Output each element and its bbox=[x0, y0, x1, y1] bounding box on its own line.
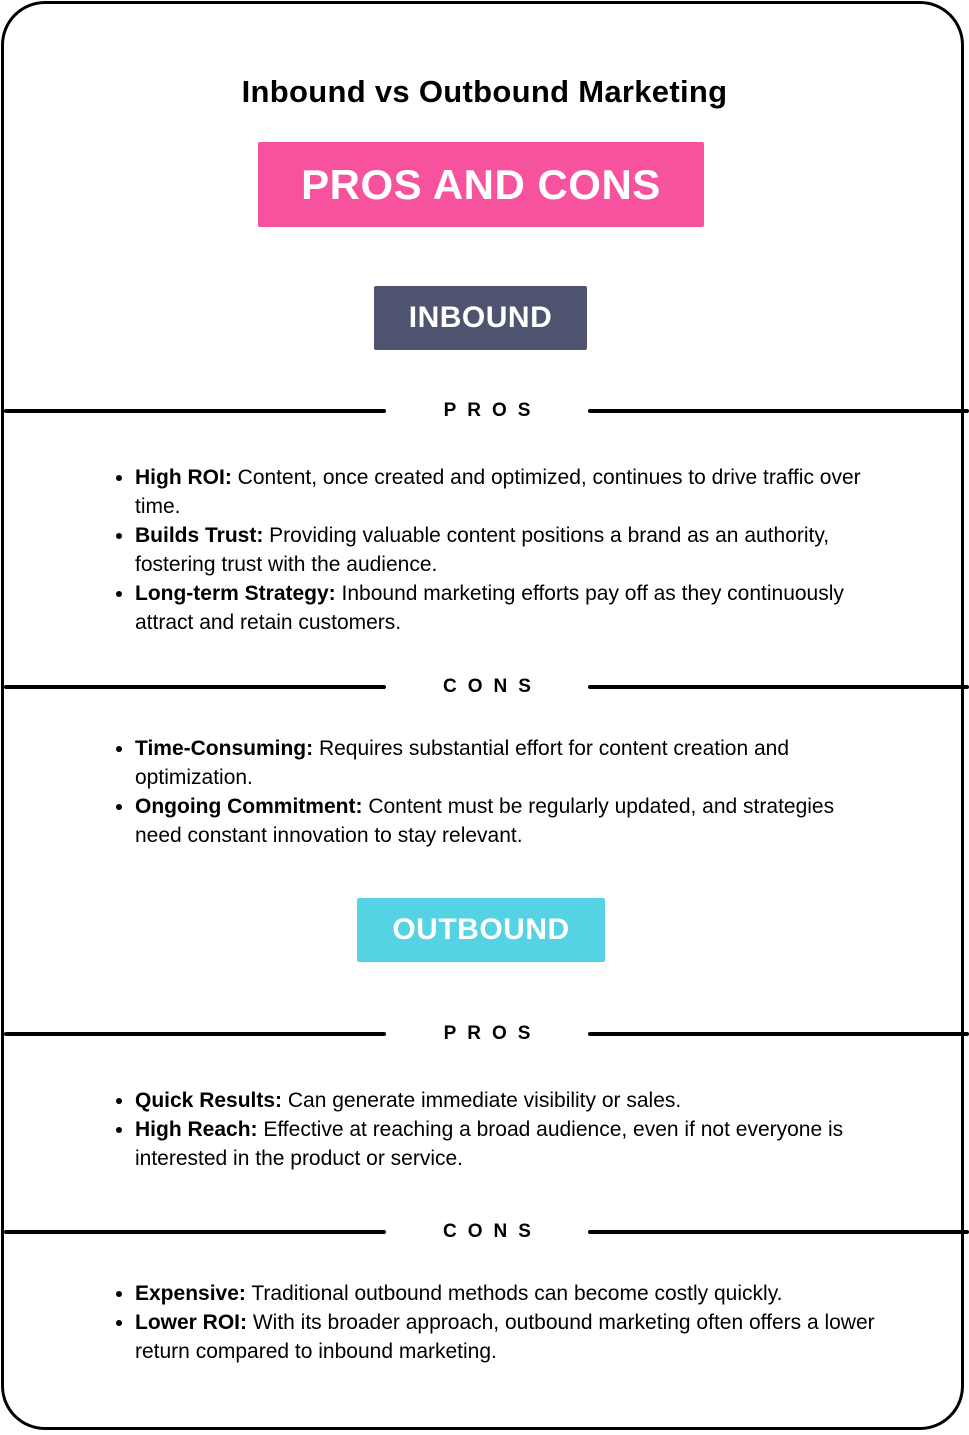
item-term: Time-Consuming: bbox=[135, 737, 314, 760]
outbound-pros-list: Quick Results: Can generate immediate vi… bbox=[110, 1086, 875, 1173]
item-term: High Reach: bbox=[135, 1118, 258, 1141]
divider-line bbox=[588, 685, 969, 689]
divider-line bbox=[588, 1230, 969, 1234]
item-text: Can generate immediate visibility or sal… bbox=[282, 1089, 682, 1112]
list-item: Lower ROI: With its broader approach, ou… bbox=[135, 1308, 875, 1366]
section-label: CONS bbox=[443, 1221, 542, 1242]
list-item: Expensive: Traditional outbound methods … bbox=[135, 1279, 875, 1308]
divider-line bbox=[4, 1230, 386, 1234]
item-text: Traditional outbound methods can become … bbox=[245, 1282, 783, 1305]
inbound-cons-list: Time-Consuming: Requires substantial eff… bbox=[110, 734, 875, 850]
divider-line bbox=[588, 409, 969, 413]
item-term: Ongoing Commitment: bbox=[135, 795, 363, 818]
divider-line bbox=[4, 1032, 386, 1036]
item-term: Expensive: bbox=[135, 1282, 246, 1305]
outbound-pros-divider: PROS bbox=[0, 1022, 969, 1046]
list-item: High Reach: Effective at reaching a broa… bbox=[135, 1115, 875, 1173]
inbound-tag: INBOUND bbox=[374, 286, 587, 350]
list-item: Quick Results: Can generate immediate vi… bbox=[135, 1086, 875, 1115]
outbound-cons-list: Expensive: Traditional outbound methods … bbox=[110, 1279, 875, 1366]
section-label: PROS bbox=[443, 400, 542, 421]
list-item: Builds Trust: Providing valuable content… bbox=[135, 521, 875, 579]
page-title: Inbound vs Outbound Marketing bbox=[241, 74, 728, 109]
list-item: High ROI: Content, once created and opti… bbox=[135, 463, 875, 521]
item-term: Quick Results: bbox=[135, 1089, 283, 1112]
item-term: Builds Trust: bbox=[135, 524, 264, 547]
section-label: CONS bbox=[443, 676, 542, 697]
list-item: Long-term Strategy: Inbound marketing ef… bbox=[135, 579, 875, 637]
item-term: High ROI: bbox=[135, 466, 232, 489]
item-term: Long-term Strategy: bbox=[135, 582, 336, 605]
item-term: Lower ROI: bbox=[135, 1311, 248, 1334]
divider-line bbox=[4, 409, 386, 413]
inbound-pros-divider: PROS bbox=[0, 399, 969, 423]
divider-line bbox=[588, 1032, 969, 1036]
list-item: Ongoing Commitment: Content must be regu… bbox=[135, 792, 875, 850]
list-item: Time-Consuming: Requires substantial eff… bbox=[135, 734, 875, 792]
divider-line bbox=[4, 685, 386, 689]
item-text: Content, once created and optimized, con… bbox=[135, 466, 861, 518]
section-label: PROS bbox=[443, 1023, 542, 1044]
pros-and-cons-banner: PROS AND CONS bbox=[258, 142, 704, 227]
outbound-cons-divider: CONS bbox=[0, 1220, 969, 1244]
outbound-tag: OUTBOUND bbox=[357, 898, 605, 962]
inbound-cons-divider: CONS bbox=[0, 675, 969, 699]
inbound-pros-list: High ROI: Content, once created and opti… bbox=[110, 463, 875, 637]
